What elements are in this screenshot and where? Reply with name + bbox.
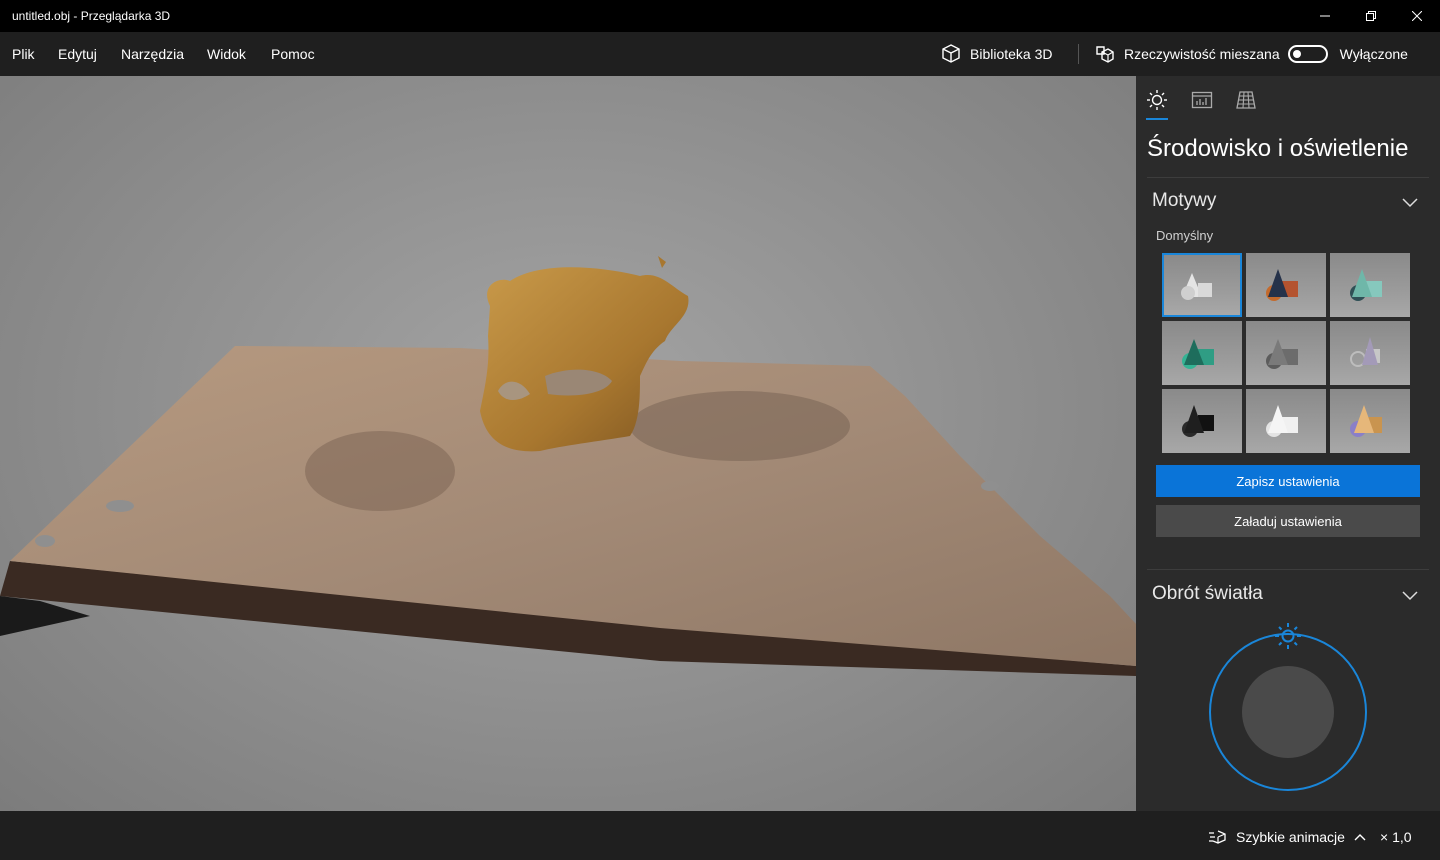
menu-divider (1078, 44, 1079, 64)
library-3d-button[interactable]: Biblioteka 3D (940, 42, 1053, 66)
mixed-reality-control[interactable]: Rzeczywistość mieszana Wyłączone (1094, 42, 1408, 66)
stats-icon (1191, 91, 1213, 109)
scene-render (0, 256, 1136, 676)
section-divider (1147, 569, 1429, 570)
zoom-level[interactable]: × 1,0 (1380, 829, 1412, 845)
sun-settings-icon (1147, 90, 1167, 110)
mixed-reality-toggle[interactable] (1287, 45, 1328, 63)
theme-preview-icon (1266, 269, 1298, 301)
grid-icon (1236, 91, 1256, 109)
quick-animations-label: Szybkie animacje (1236, 829, 1345, 845)
toggle-state-label: Wyłączone (1339, 46, 1408, 62)
animation-icon (1209, 830, 1226, 844)
restore-button[interactable] (1348, 0, 1394, 32)
chevron-down-icon[interactable] (1400, 192, 1420, 212)
3d-viewport[interactable] (0, 76, 1136, 811)
theme-preview-icon (1350, 269, 1382, 301)
status-bar: Szybkie animacje × 1,0 (0, 811, 1440, 860)
theme-preview-icon (1266, 405, 1298, 437)
save-settings-button[interactable]: Zapisz ustawienia (1156, 465, 1420, 497)
tab-mesh-grid[interactable] (1234, 88, 1258, 112)
theme-tile-teal[interactable] (1330, 253, 1410, 317)
menu-edytuj[interactable]: Edytuj (58, 46, 97, 62)
library-3d-label: Biblioteka 3D (970, 46, 1053, 62)
theme-preview-icon (1182, 339, 1214, 369)
themes-grid (1162, 253, 1410, 453)
panel-title: Środowisko i oświetlenie (1147, 135, 1409, 162)
theme-tile-green[interactable] (1162, 321, 1242, 385)
theme-tile-dark[interactable] (1162, 389, 1242, 453)
tab-environment-lighting[interactable] (1145, 88, 1169, 112)
theme-preview-icon (1350, 337, 1380, 367)
restore-icon (1366, 11, 1376, 21)
theme-tile-warm[interactable] (1246, 253, 1326, 317)
themes-section-title[interactable]: Motywy (1152, 190, 1216, 212)
themes-subtitle: Domyślny (1156, 228, 1214, 243)
toggle-knob (1292, 50, 1301, 58)
load-settings-button[interactable]: Załaduj ustawienia (1156, 505, 1420, 537)
theme-preview-icon (1182, 405, 1214, 437)
quick-animations-button[interactable]: Szybkie animacje (1208, 829, 1367, 845)
tab-statistics[interactable] (1190, 88, 1214, 112)
menu-narzedzia[interactable]: Narzędzia (121, 46, 184, 62)
window-title: untitled.obj - Przeglądarka 3D (12, 9, 171, 23)
sun-handle-icon[interactable] (1274, 622, 1302, 650)
theme-preview-icon (1266, 339, 1298, 369)
menu-widok[interactable]: Widok (207, 46, 246, 62)
light-rotation-section-title[interactable]: Obrót światła (1152, 583, 1263, 605)
title-bar: untitled.obj - Przeglądarka 3D (0, 0, 1440, 32)
theme-tile-lavender[interactable] (1330, 321, 1410, 385)
theme-preview-icon (1350, 405, 1382, 437)
section-divider (1147, 177, 1429, 178)
close-icon (1412, 11, 1422, 21)
theme-tile-white[interactable] (1246, 389, 1326, 453)
theme-preview-icon (1181, 273, 1212, 300)
close-button[interactable] (1394, 0, 1440, 32)
chevron-up-icon (1354, 834, 1366, 841)
theme-tile-default[interactable] (1162, 253, 1242, 317)
menu-pomoc[interactable]: Pomoc (271, 46, 315, 62)
cube-icon (942, 44, 960, 63)
theme-tile-pastel[interactable] (1330, 389, 1410, 453)
environment-panel: Środowisko i oświetlenie Motywy Domyślny (1136, 76, 1440, 811)
minimize-icon (1320, 15, 1330, 17)
minimize-button[interactable] (1302, 0, 1348, 32)
chevron-down-icon[interactable] (1400, 585, 1420, 605)
mixed-reality-icon (1096, 46, 1114, 63)
theme-tile-gray[interactable] (1246, 321, 1326, 385)
menu-plik[interactable]: Plik (12, 46, 35, 62)
mixed-reality-label: Rzeczywistość mieszana (1124, 46, 1280, 62)
active-tab-indicator (1146, 118, 1168, 120)
menu-bar: Plik Edytuj Narzędzia Widok Pomoc Biblio… (0, 32, 1440, 76)
